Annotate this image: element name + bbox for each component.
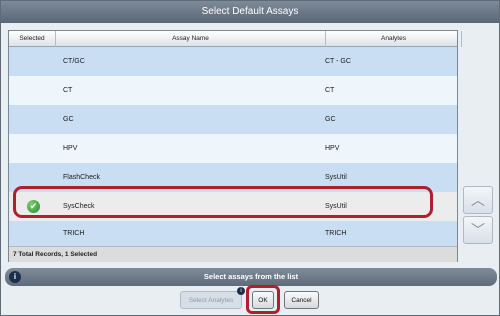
status-bar: i Select assays from the list [5, 268, 497, 286]
header-selected[interactable]: Selected [9, 31, 56, 47]
info-badge-icon: i [237, 287, 245, 295]
chevron-up-icon: ︿ [471, 192, 485, 208]
assay-name-cell: GC [63, 116, 74, 123]
ok-button[interactable]: OK [252, 291, 274, 309]
select-analytes-button[interactable]: Select Analytes [180, 291, 242, 309]
assay-name-cell: HPV [63, 145, 78, 152]
header-assay-name[interactable]: Assay Name [56, 31, 326, 47]
analytes-cell: TRICH [325, 230, 347, 237]
info-icon: i [9, 271, 21, 283]
dialog-title: Select Default Assays [1, 1, 499, 23]
chevron-down-icon: ﹀ [471, 222, 485, 238]
cancel-button[interactable]: Cancel [284, 291, 319, 309]
assay-name-cell: CT/GC [63, 58, 85, 65]
header-analytes[interactable]: Analytes [326, 31, 462, 47]
status-text: Select assays from the list [203, 272, 299, 281]
scroll-up-button[interactable]: ︿ [463, 186, 493, 214]
assay-name-cell: CT [63, 87, 73, 94]
record-count: 7 Total Records, 1 Selected [9, 246, 457, 262]
assay-name-cell: TRICH [63, 230, 85, 237]
select-default-assays-dialog: Select Default Assays Selected Assay Nam… [0, 0, 500, 316]
table-row[interactable]: GC GC [9, 105, 457, 134]
table-row[interactable]: CT/GC CT - GC [9, 47, 457, 76]
analytes-cell: GC [325, 116, 336, 123]
table-row[interactable]: CT CT [9, 76, 457, 105]
table-row[interactable]: HPV HPV [9, 134, 457, 163]
assay-table: Selected Assay Name Analytes CT/GC CT - … [8, 30, 462, 262]
table-header: Selected Assay Name Analytes [9, 31, 462, 47]
analytes-cell: HPV [325, 145, 340, 152]
selected-row-highlight [13, 186, 433, 218]
analytes-cell: CT [325, 87, 335, 94]
analytes-cell: CT - GC [325, 58, 351, 65]
scroll-down-button[interactable]: ﹀ [463, 216, 493, 244]
scrollbar[interactable]: ︿ ﹀ [463, 30, 495, 262]
table-row[interactable]: TRICH TRICH [9, 221, 457, 246]
